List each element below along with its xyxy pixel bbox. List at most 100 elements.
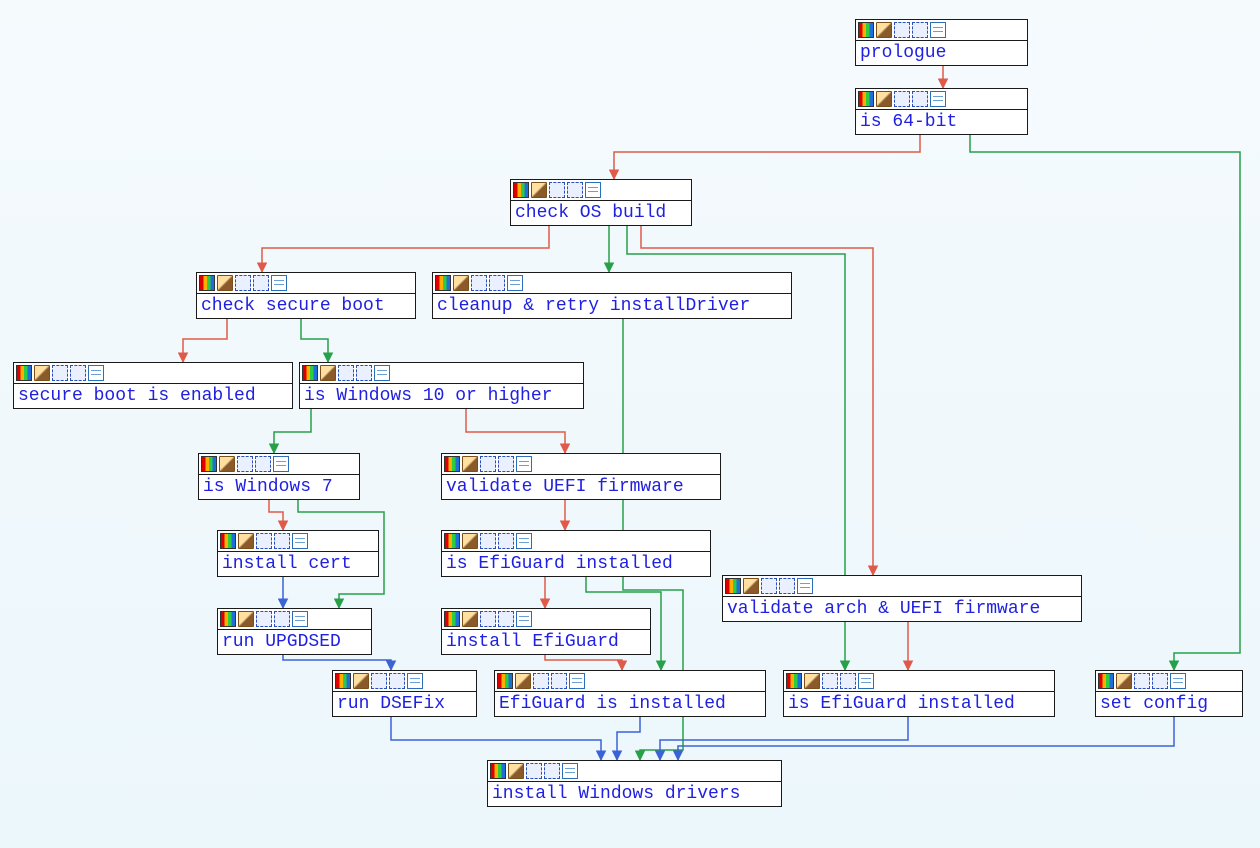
rainbow-icon [444, 456, 460, 472]
node-label: set config [1096, 692, 1242, 716]
blue-squiggle-icon [274, 611, 290, 627]
document-icon [930, 22, 946, 38]
rainbow-icon [513, 182, 529, 198]
document-icon [516, 611, 532, 627]
node-label: cleanup & retry installDriver [433, 294, 791, 318]
node-label: install EfiGuard [442, 630, 650, 654]
blue-squiggle-icon [526, 763, 542, 779]
blue-squiggle-icon [70, 365, 86, 381]
blue-squiggle-icon [255, 456, 271, 472]
blue-squiggle-icon [371, 673, 387, 689]
pencil-icon [508, 763, 524, 779]
node-efiguard-installed[interactable]: EfiGuard is installed [494, 670, 766, 717]
blue-squiggle-icon [489, 275, 505, 291]
node-toolbar [856, 20, 1027, 41]
blue-squiggle-icon [549, 182, 565, 198]
pencil-icon [462, 611, 478, 627]
document-icon [569, 673, 585, 689]
node-install-drivers[interactable]: install Windows drivers [487, 760, 782, 807]
pencil-icon [515, 673, 531, 689]
pencil-icon [462, 533, 478, 549]
node-is-win7[interactable]: is Windows 7 [198, 453, 360, 500]
node-is-64bit[interactable]: is 64-bit [855, 88, 1028, 135]
node-run-upgdsed[interactable]: run UPGDSED [217, 608, 372, 655]
blue-squiggle-icon [52, 365, 68, 381]
pencil-icon [1116, 673, 1132, 689]
blue-squiggle-icon [235, 275, 251, 291]
node-label: is 64-bit [856, 110, 1027, 134]
blue-squiggle-icon [274, 533, 290, 549]
node-label: EfiGuard is installed [495, 692, 765, 716]
node-label: is Windows 7 [199, 475, 359, 499]
node-toolbar [442, 454, 720, 475]
node-is-efiguard-installed-a[interactable]: is EfiGuard installed [441, 530, 711, 577]
document-icon [273, 456, 289, 472]
document-icon [516, 456, 532, 472]
node-toolbar [784, 671, 1054, 692]
pencil-icon [743, 578, 759, 594]
document-icon [858, 673, 874, 689]
blue-squiggle-icon [912, 91, 928, 107]
document-icon [88, 365, 104, 381]
node-toolbar [723, 576, 1081, 597]
node-is-efiguard-installed-b[interactable]: is EfiGuard installed [783, 670, 1055, 717]
pencil-icon [876, 91, 892, 107]
rainbow-icon [858, 22, 874, 38]
pencil-icon [462, 456, 478, 472]
document-icon [1170, 673, 1186, 689]
node-label: check secure boot [197, 294, 415, 318]
node-secure-boot-enabled[interactable]: secure boot is enabled [13, 362, 293, 409]
blue-squiggle-icon [912, 22, 928, 38]
rainbow-icon [220, 533, 236, 549]
node-toolbar [218, 531, 378, 552]
pencil-icon [876, 22, 892, 38]
node-label: run UPGDSED [218, 630, 371, 654]
node-label: run DSEFix [333, 692, 476, 716]
node-toolbar [14, 363, 292, 384]
blue-squiggle-icon [567, 182, 583, 198]
rainbow-icon [435, 275, 451, 291]
document-icon [292, 533, 308, 549]
node-check-os-build[interactable]: check OS build [510, 179, 692, 226]
node-toolbar [1096, 671, 1242, 692]
blue-squiggle-icon [533, 673, 549, 689]
rainbow-icon [786, 673, 802, 689]
blue-squiggle-icon [779, 578, 795, 594]
node-install-efiguard[interactable]: install EfiGuard [441, 608, 651, 655]
node-toolbar [300, 363, 583, 384]
node-check-secure-boot[interactable]: check secure boot [196, 272, 416, 319]
node-toolbar [199, 454, 359, 475]
node-label: prologue [856, 41, 1027, 65]
rainbow-icon [302, 365, 318, 381]
node-cleanup-retry[interactable]: cleanup & retry installDriver [432, 272, 792, 319]
blue-squiggle-icon [840, 673, 856, 689]
node-toolbar [197, 273, 415, 294]
node-prologue[interactable]: prologue [855, 19, 1028, 66]
pencil-icon [238, 611, 254, 627]
node-validate-uefi[interactable]: validate UEFI firmware [441, 453, 721, 500]
rainbow-icon [201, 456, 217, 472]
node-label: install Windows drivers [488, 782, 781, 806]
rainbow-icon [497, 673, 513, 689]
blue-squiggle-icon [338, 365, 354, 381]
node-label: validate UEFI firmware [442, 475, 720, 499]
node-label: install cert [218, 552, 378, 576]
node-set-config[interactable]: set config [1095, 670, 1243, 717]
blue-squiggle-icon [498, 611, 514, 627]
node-label: is EfiGuard installed [442, 552, 710, 576]
pencil-icon [353, 673, 369, 689]
node-is-win10[interactable]: is Windows 10 or higher [299, 362, 584, 409]
node-install-cert[interactable]: install cert [217, 530, 379, 577]
node-label: secure boot is enabled [14, 384, 292, 408]
node-toolbar [856, 89, 1027, 110]
document-icon [407, 673, 423, 689]
node-run-dsefix[interactable]: run DSEFix [332, 670, 477, 717]
rainbow-icon [725, 578, 741, 594]
blue-squiggle-icon [822, 673, 838, 689]
rainbow-icon [444, 533, 460, 549]
document-icon [585, 182, 601, 198]
blue-squiggle-icon [356, 365, 372, 381]
node-validate-arch-uefi[interactable]: validate arch & UEFI firmware [722, 575, 1082, 622]
document-icon [507, 275, 523, 291]
node-toolbar [511, 180, 691, 201]
